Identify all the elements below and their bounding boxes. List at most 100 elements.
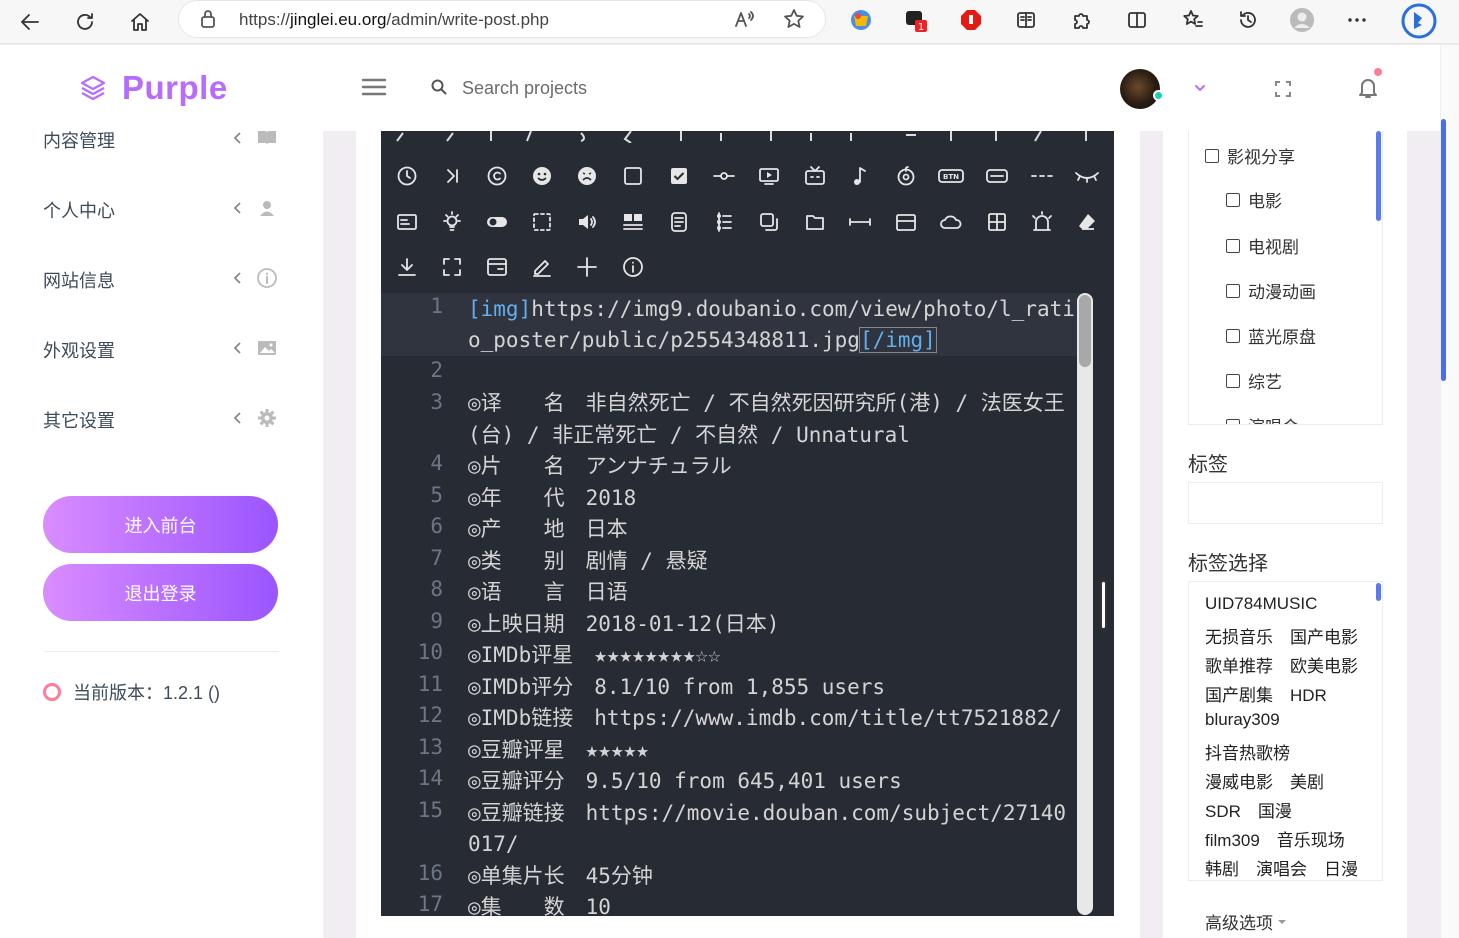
line-text[interactable]: ◎上映日期 2018-01-12(日本) [468, 609, 1076, 641]
line-text[interactable]: ◎语 言 日语 [468, 577, 1076, 609]
netease-music-icon[interactable] [893, 163, 919, 189]
code-line[interactable]: 12 ◎IMDb链接 https://www.imdb.com/title/tt… [381, 703, 1081, 735]
music-note-icon[interactable] [847, 163, 873, 189]
tag-row[interactable]: 抖音热歌榜 [1205, 739, 1290, 764]
tags-input[interactable] [1188, 482, 1383, 524]
avatar[interactable] [1120, 69, 1160, 109]
code-area[interactable]: 1 [img]https://img9.doubanio.com/view/ph… [381, 293, 1081, 916]
tag-row[interactable]: UID784MUSIC [1205, 594, 1317, 614]
history-icon[interactable] [1233, 5, 1263, 35]
line-text[interactable]: ◎产 地 日本 [468, 514, 1076, 546]
sidebar-item-site-info[interactable]: 网站信息 [43, 265, 283, 295]
category-item[interactable]: 电影 [1226, 187, 1282, 212]
checkbox[interactable] [1205, 148, 1219, 163]
extensions-puzzle-icon[interactable] [1067, 5, 1097, 35]
code-line[interactable]: 5 ◎年 代 2018 [381, 483, 1081, 515]
line-text[interactable]: ◎译 名 非自然死亡 / 不自然死因研究所(港) / 法医女王(台) / 非正常… [468, 388, 1076, 451]
code-line[interactable]: 9 ◎上映日期 2018-01-12(日本) [381, 609, 1081, 641]
category-scrollbar[interactable] [1376, 131, 1381, 221]
menu-toggle-icon[interactable] [360, 75, 388, 99]
home-icon[interactable] [122, 4, 158, 40]
gallery-icon[interactable] [620, 209, 646, 235]
skip-icon[interactable] [439, 163, 465, 189]
code-line[interactable]: 14 ◎豆瓣评分 9.5/10 from 645,401 users [381, 766, 1081, 798]
line-text[interactable]: ◎年 代 2018 [468, 483, 1076, 515]
logout-button[interactable]: 退出登录 [43, 564, 278, 621]
tag-row[interactable]: 歌单推荐 欧美电影 [1205, 652, 1358, 677]
fullscreen-icon[interactable] [1273, 79, 1293, 99]
adblock-icon[interactable] [956, 5, 986, 35]
checkbox[interactable] [1226, 418, 1240, 424]
line-text[interactable]: ◎豆瓣评星 ★★★★★ [468, 735, 1076, 767]
back-icon[interactable] [12, 4, 48, 40]
smile-icon[interactable] [529, 163, 555, 189]
logo[interactable]: Purple [78, 69, 228, 107]
checkbox-empty-icon[interactable] [620, 163, 646, 189]
tag-row[interactable]: SDR 国漫 [1205, 797, 1292, 822]
cloud-icon[interactable] [938, 209, 964, 235]
dashed-square-icon[interactable] [529, 209, 555, 235]
code-line[interactable]: 2 [381, 356, 1081, 388]
page-scrollbar[interactable] [1440, 45, 1459, 938]
sidebar-item-profile[interactable]: 个人中心 [43, 195, 283, 225]
code-line[interactable]: 17 ◎集 数 10 [381, 892, 1081, 916]
checkbox[interactable] [1226, 328, 1240, 343]
category-item[interactable]: 电视剧 [1226, 233, 1299, 258]
line-text[interactable]: ◎单集片长 45分钟 [468, 861, 1076, 893]
copyright-icon[interactable] [484, 163, 510, 189]
chevron-down-icon[interactable] [1192, 80, 1208, 96]
code-line[interactable]: 7 ◎类 别 剧情 / 悬疑 [381, 546, 1081, 578]
page-scrollbar-thumb[interactable] [1441, 119, 1446, 381]
pencil-icon[interactable] [529, 254, 555, 280]
preview-window-icon[interactable] [484, 254, 510, 280]
favorites-list-icon[interactable] [1178, 5, 1208, 35]
card-icon[interactable] [394, 209, 420, 235]
grid-icon[interactable] [984, 209, 1010, 235]
code-line[interactable]: 16 ◎单集片长 45分钟 [381, 861, 1081, 893]
code-line[interactable]: 8 ◎语 言 日语 [381, 577, 1081, 609]
tag-list-scrollbar[interactable] [1376, 583, 1381, 601]
code-line[interactable]: 10 ◎IMDb评星 ★★★★★★★★☆☆ [381, 640, 1081, 672]
info-circle-icon[interactable] [620, 254, 646, 280]
category-list[interactable]: 影视分享 电影 电视剧 动漫动画 蓝光原盘 综艺 演唱会 [1188, 131, 1383, 425]
checkbox-checked-icon[interactable] [666, 163, 692, 189]
url-text[interactable]: https://jinglei.eu.org/admin/write-post.… [239, 10, 549, 30]
tag-row[interactable]: 漫威电影 美剧 [1205, 768, 1324, 793]
editor-scrollbar[interactable] [1077, 293, 1093, 915]
toggle-icon[interactable] [484, 209, 510, 235]
arrows-horizontal-icon[interactable] [847, 209, 873, 235]
category-item[interactable]: 蓝光原盘 [1226, 323, 1316, 348]
horizontal-rule-icon[interactable] [1029, 163, 1055, 189]
volume-icon[interactable] [574, 209, 600, 235]
profile-icon[interactable] [1287, 5, 1317, 35]
sidebar-item-other-settings[interactable]: 其它设置 [43, 405, 283, 435]
tag-row[interactable]: bluray309 [1205, 710, 1280, 730]
copy-icon[interactable] [756, 209, 782, 235]
timeline-icon[interactable] [711, 209, 737, 235]
address-bar[interactable]: https://jinglei.eu.org/admin/write-post.… [178, 0, 826, 38]
category-item[interactable]: 综艺 [1226, 368, 1282, 393]
plus-icon[interactable] [574, 254, 600, 280]
line-text[interactable]: ◎片 名 アンナチュラル [468, 451, 1076, 483]
tag-row[interactable]: film309 音乐现场 [1205, 826, 1345, 851]
reload-icon[interactable] [67, 4, 103, 40]
checkbox[interactable] [1226, 373, 1240, 388]
code-line[interactable]: 15 ◎豆瓣链接 https://movie.douban.com/subjec… [381, 798, 1081, 861]
more-options-icon[interactable] [1342, 5, 1372, 35]
document-icon[interactable] [666, 209, 692, 235]
line-text[interactable]: ◎豆瓣评分 9.5/10 from 645,401 users [468, 766, 1076, 798]
button-btn-icon[interactable]: BTN [938, 163, 964, 189]
line-text[interactable]: ◎IMDb链接 https://www.imdb.com/title/tt752… [468, 703, 1076, 735]
eye-closed-icon[interactable] [1074, 163, 1100, 189]
extension-colorful-icon[interactable] [846, 5, 876, 35]
editor-scrollbar-thumb[interactable] [1079, 295, 1091, 367]
line-text[interactable]: ◎豆瓣链接 https://movie.douban.com/subject/2… [468, 798, 1076, 861]
split-screen-icon[interactable] [1122, 5, 1152, 35]
line-text[interactable] [468, 356, 1076, 388]
tag-row[interactable]: 国产剧集 HDR [1205, 681, 1327, 706]
code-line[interactable]: 6 ◎产 地 日本 [381, 514, 1081, 546]
extension-badge-icon[interactable]: 1 [901, 5, 931, 35]
category-item[interactable]: 影视分享 [1205, 143, 1295, 168]
code-line[interactable]: 13 ◎豆瓣评星 ★★★★★ [381, 735, 1081, 767]
download-icon[interactable] [394, 254, 420, 280]
